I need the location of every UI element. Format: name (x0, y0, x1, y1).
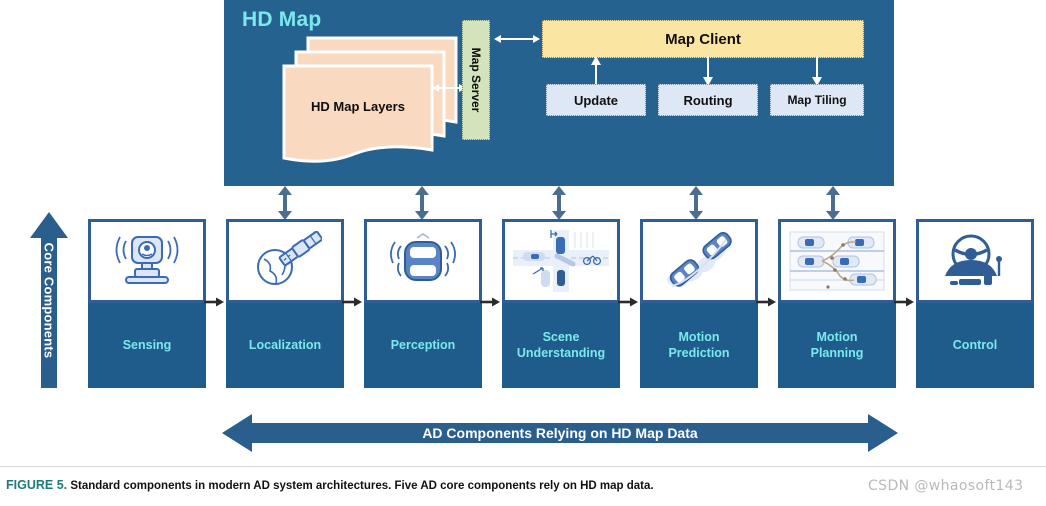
map-server-box: Map Server (462, 20, 490, 140)
component-label-motion-prediction: Motion Prediction (640, 303, 758, 388)
core-components-axis-arrow (30, 212, 68, 388)
component-label-perception: Perception (364, 303, 482, 388)
map-client-box: Map Client (542, 20, 864, 58)
component-label-sensing: Sensing (88, 303, 206, 388)
sensing-icon-box (88, 219, 206, 303)
flow-arrow-perception-scene (480, 297, 500, 307)
component-label-control: Control (916, 303, 1034, 388)
service-box-update: Update (546, 84, 646, 116)
localization-icon-box (226, 219, 344, 303)
link-arrow-scene-understanding (552, 186, 566, 220)
flow-arrow-scene-prediction (618, 297, 638, 307)
component-card-sensing[interactable]: Sensing (88, 219, 206, 388)
service-box-map-tiling: Map Tiling (770, 84, 864, 116)
figure-caption-text: Standard components in modern AD system … (70, 480, 654, 492)
component-card-perception[interactable]: Perception (364, 219, 482, 388)
caption-divider (0, 466, 1046, 467)
figure-caption: FIGURE 5. Standard components in modern … (6, 478, 746, 492)
car-radar-icon (390, 233, 456, 281)
lane-planning-icon (789, 231, 885, 291)
layers-server-arrow (432, 84, 466, 92)
link-arrow-localization (278, 186, 292, 220)
trajectory-cars-icon (667, 232, 732, 287)
motion-planning-icon-box (778, 219, 896, 303)
flow-arrow-planning-control (894, 297, 914, 307)
component-card-scene-understanding[interactable]: Scene Understanding (502, 219, 620, 388)
flow-arrow-localization-perception (342, 297, 362, 307)
component-card-localization[interactable]: Localization (226, 219, 344, 388)
link-arrow-motion-planning (826, 186, 840, 220)
flow-arrow-sensing-localization (204, 297, 224, 307)
hd-map-panel: HD Map HD Map Layers Map Server Map Clie… (224, 0, 894, 186)
component-label-localization: Localization (226, 303, 344, 388)
perception-icon-box (364, 219, 482, 303)
figure-number: FIGURE 5. (6, 478, 68, 492)
component-label-scene-understanding: Scene Understanding (502, 303, 620, 388)
component-label-motion-planning: Motion Planning (778, 303, 896, 388)
scene-understanding-icon-box (502, 219, 620, 303)
control-icon-box (916, 219, 1034, 303)
map-server-label: Map Server (469, 47, 483, 113)
client-service-connectors (591, 56, 822, 86)
hd-map-layers-group: HD Map Layers (258, 34, 478, 164)
camera-sensor-icon (115, 236, 179, 284)
satellite-globe-icon (257, 231, 322, 285)
component-card-motion-planning[interactable]: Motion Planning (778, 219, 896, 388)
hd-map-title: HD Map (242, 8, 322, 31)
watermark: CSDN @whaosoft143 (868, 478, 1024, 494)
motion-prediction-icon-box (640, 219, 758, 303)
service-box-routing: Routing (658, 84, 758, 116)
hd-map-layers-label: HD Map Layers (311, 98, 405, 114)
steering-wheel-icon (945, 234, 1002, 285)
component-card-motion-prediction[interactable]: Motion Prediction (640, 219, 758, 388)
link-arrow-perception (415, 186, 429, 220)
ad-components-scope-arrow (222, 414, 898, 452)
intersection-scene-icon (513, 230, 609, 292)
server-client-arrow (494, 35, 540, 43)
flow-arrow-prediction-planning (756, 297, 776, 307)
component-card-control[interactable]: Control (916, 219, 1034, 388)
link-arrow-motion-prediction (689, 186, 703, 220)
